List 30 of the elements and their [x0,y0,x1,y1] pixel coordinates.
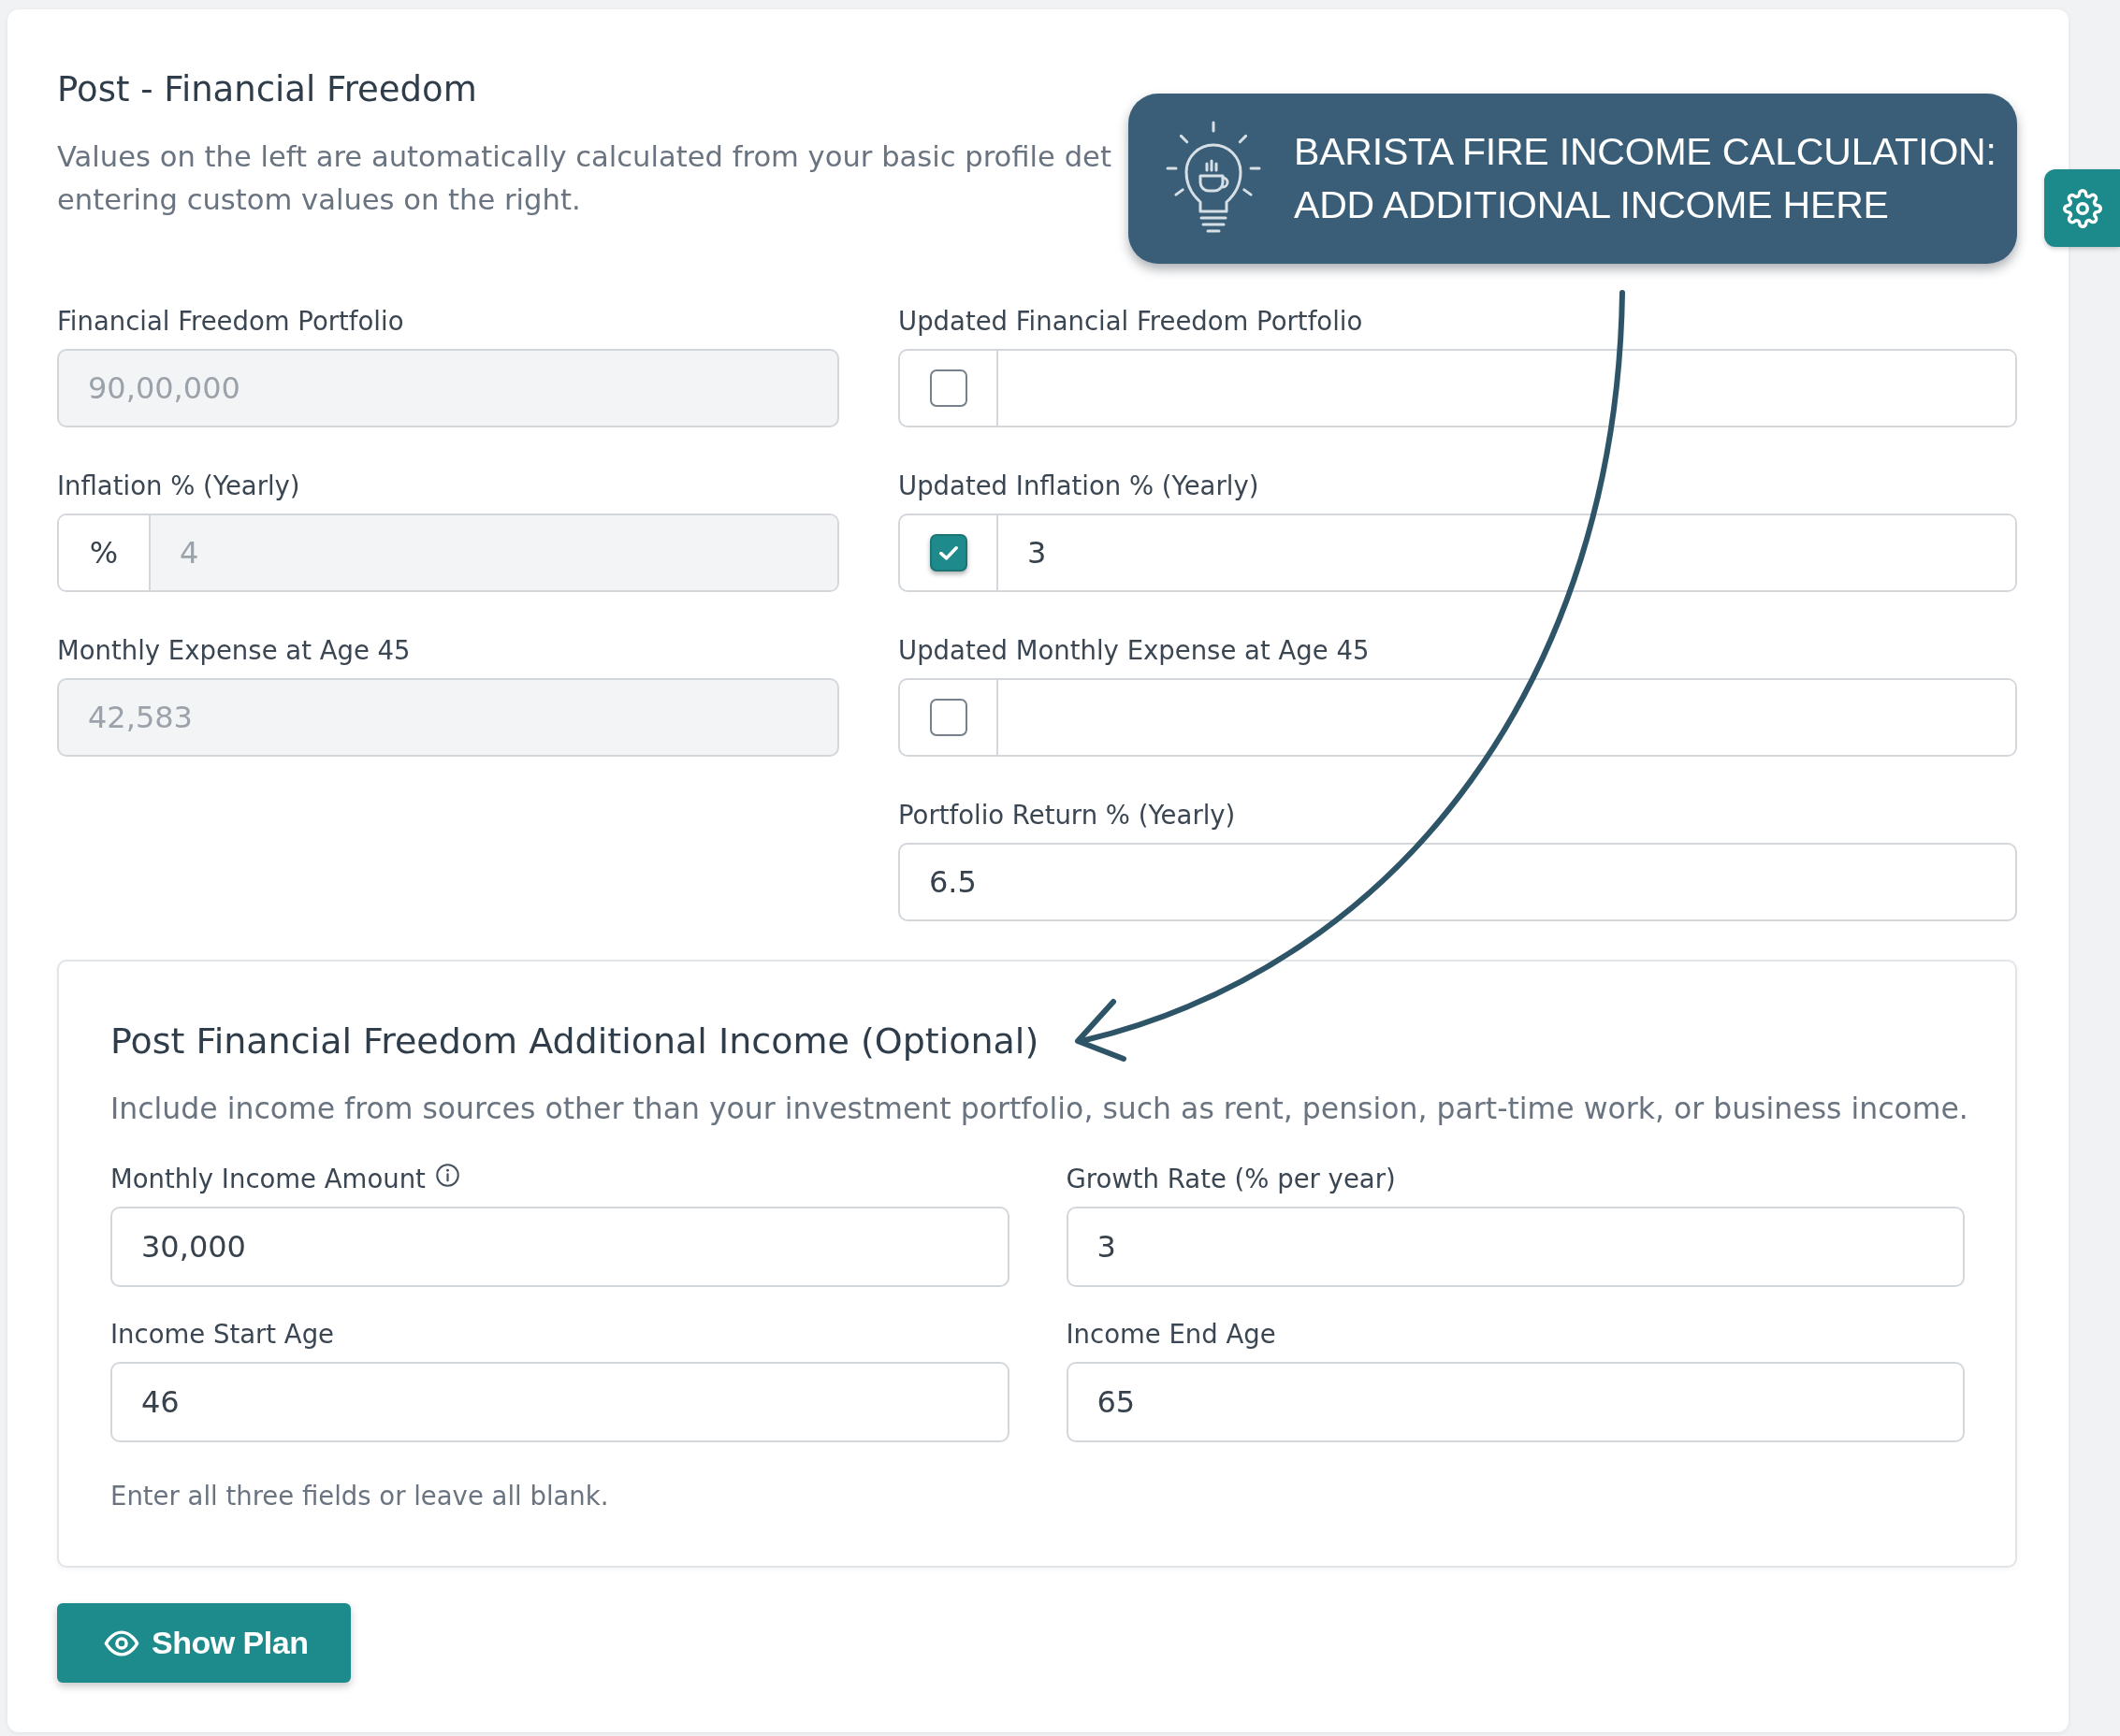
field-label: Growth Rate (% per year) [1066,1163,1396,1195]
checkbox[interactable] [929,699,967,736]
field-label: Updated Financial Freedom Portfolio [898,305,1363,338]
section-heading: Post Financial Freedom Additional Income (Optional) [110,1020,1039,1063]
field-label: Updated Inflation % (Yearly) [898,470,1259,502]
checkbox[interactable] [929,369,967,407]
section-description: Values on the left are automatically calculated from your basic profile det [57,139,1111,175]
field-label: Updated Monthly Expense at Age 45 [898,634,1370,667]
callout-text: BARISTA FIRE INCOME CALCULATION: ADD ADDITIONAL INCOME HERE [1294,129,1997,228]
helper-note: Enter all three fields or leave all blank. [110,1480,609,1512]
field-label: Monthly Income Amount [110,1163,426,1195]
section-description: Include income from sources other than your investment portfolio, such as rent, pension, part-time work, or business income. [110,1091,1968,1127]
field-label: Monthly Expense at Age 45 [57,634,411,667]
input-field[interactable]: 65 [1066,1362,1965,1442]
checkbox[interactable] [929,534,967,571]
input-field[interactable]: 30,000 [110,1207,1009,1287]
field-label: Income Start Age [110,1318,335,1351]
section-title: Post - Financial Freedom [57,68,477,111]
settings-icon [2062,188,2102,228]
field-label: Portfolio Return % (Yearly) [898,799,1236,832]
field-label: Income End Age [1066,1318,1276,1351]
input-field[interactable]: 46 [110,1362,1009,1442]
input-field[interactable]: 3 [1066,1207,1965,1287]
show-plan-button[interactable]: Show Plan [57,1603,352,1683]
field-label: Inflation % (Yearly) [57,470,300,502]
field-label: Financial Freedom Portfolio [57,305,404,338]
input-prefix: % [59,515,151,590]
settings-button[interactable] [2044,169,2120,247]
section-description: entering custom values on the right. [57,182,581,218]
input-field[interactable]: 6.5 [898,843,2017,921]
